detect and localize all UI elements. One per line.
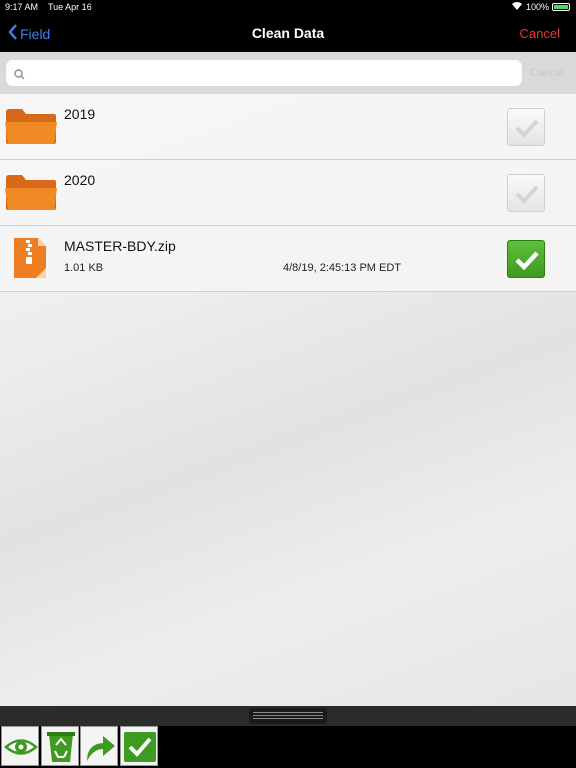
bottom-toolbar [0, 726, 576, 768]
page-title: Clean Data [251, 25, 325, 41]
file-list: 2019 2020 MASTER-BDY.zip 1.01 KB 4/8/19,… [0, 94, 576, 706]
share-button[interactable] [80, 726, 118, 766]
confirm-button[interactable] [120, 726, 158, 766]
status-bar: 9:17 AM Tue Apr 16 100% [0, 0, 576, 14]
search-cancel-button[interactable]: Cancel [530, 67, 564, 79]
folder-icon [4, 106, 58, 146]
file-date: 4/8/19, 2:45:13 PM EDT [283, 262, 402, 274]
navigation-bar: Field Clean Data Cancel [0, 14, 576, 52]
file-name: MASTER-BDY.zip [64, 238, 176, 254]
file-name: 2020 [64, 172, 96, 188]
status-time: 9:17 AM [5, 2, 39, 12]
select-checkbox[interactable] [507, 174, 545, 212]
drag-handle[interactable] [249, 708, 327, 724]
view-button[interactable] [1, 726, 39, 766]
wifi-icon [511, 1, 523, 13]
file-name: 2019 [64, 106, 96, 122]
cancel-button[interactable]: Cancel [520, 26, 560, 41]
search-icon [14, 67, 25, 85]
battery-percent: 100% [526, 2, 550, 12]
zip-file-icon [4, 238, 58, 278]
list-item[interactable]: 2019 [0, 94, 576, 160]
status-date: Tue Apr 16 [48, 2, 92, 12]
drawer-divider [0, 706, 576, 726]
folder-icon [4, 172, 58, 212]
list-item[interactable]: 2020 [0, 160, 576, 226]
battery-icon [552, 3, 570, 11]
select-checkbox[interactable] [507, 240, 545, 278]
file-size: 1.01 KB [64, 262, 104, 274]
recycle-button[interactable] [41, 726, 79, 766]
search-input[interactable] [6, 60, 522, 86]
search-bar: Cancel [0, 52, 576, 94]
select-checkbox[interactable] [507, 108, 545, 146]
list-item[interactable]: MASTER-BDY.zip 1.01 KB 4/8/19, 2:45:13 P… [0, 226, 576, 292]
